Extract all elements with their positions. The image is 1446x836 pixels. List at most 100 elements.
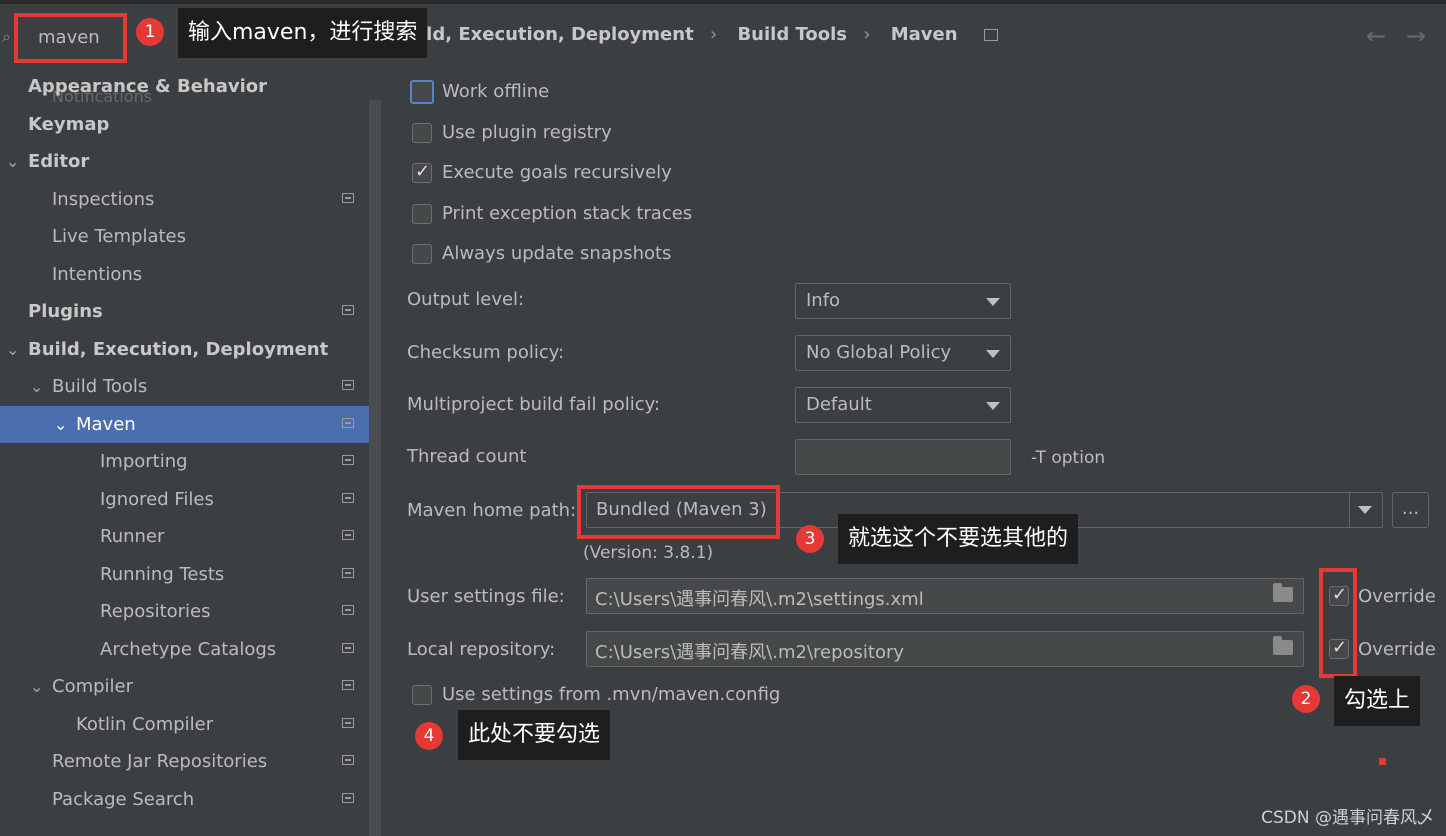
back-arrow-icon[interactable]: ← [1366, 22, 1386, 50]
sidebar-item-appearance-behavior[interactable]: Appearance & Behavior [0, 68, 369, 105]
maven-home-label: Maven home path: [407, 500, 577, 521]
project-scope-icon [342, 605, 354, 615]
work-offline-label: Work offline [442, 81, 550, 102]
annotation-dot [1379, 758, 1386, 765]
chevron-down-icon [1358, 506, 1372, 514]
print-exception-stack-traces-label: Print exception stack traces [442, 203, 693, 224]
sidebar-item-remote-jar-repositories[interactable]: Remote Jar Repositories [0, 743, 369, 780]
combo-divider [1349, 493, 1350, 527]
sidebar-item-importing[interactable]: Importing [0, 443, 369, 480]
checksum-policy-label: Checksum policy: [407, 342, 565, 363]
sidebar-item-archetype-catalogs[interactable]: Archetype Catalogs [0, 631, 369, 668]
thread-count-hint: -T option [1031, 448, 1106, 468]
project-scope-icon [342, 305, 354, 315]
breadcrumb-separator: › [863, 24, 871, 45]
project-scope-icon [342, 455, 354, 465]
output-level-label: Output level: [407, 289, 525, 310]
folder-icon[interactable] [1273, 583, 1293, 602]
sidebar-item-plugins[interactable]: Plugins [0, 293, 369, 330]
sidebar-item-running-tests[interactable]: Running Tests [0, 556, 369, 593]
sidebar-item-label: Kotlin Compiler [76, 714, 214, 735]
sidebar-item-label: Editor [28, 151, 90, 172]
thread-count-input[interactable] [795, 439, 1011, 475]
sidebar-item-label: Running Tests [100, 564, 225, 585]
sidebar-item-label: Build Tools [52, 376, 148, 397]
sidebar-item-label: Importing [100, 451, 188, 472]
sidebar-scrollbar[interactable] [369, 100, 381, 836]
project-scope-icon [342, 380, 354, 390]
project-scope-icon [342, 755, 354, 765]
sidebar-item-build-execution-deployment[interactable]: ⌄ Build, Execution, Deployment [0, 331, 369, 368]
sidebar-item-live-templates[interactable]: Live Templates [0, 218, 369, 255]
annotation-badge-3: 3 [796, 525, 824, 553]
sidebar-item-inspections[interactable]: Inspections [0, 181, 369, 218]
browse-button[interactable]: ... [1392, 492, 1429, 528]
use-plugin-registry-label: Use plugin registry [442, 122, 612, 143]
sidebar-item-keymap[interactable]: Keymap [0, 106, 369, 143]
sidebar-item-label: Maven [76, 414, 136, 435]
sidebar-item-maven[interactable]: ⌄ Maven [0, 406, 381, 443]
sidebar-item-kotlin-compiler[interactable]: Kotlin Compiler [0, 706, 369, 743]
project-scope-icon [342, 193, 354, 203]
chevron-down-icon[interactable]: ⌄ [6, 331, 19, 368]
user-settings-label: User settings file: [407, 586, 565, 607]
sidebar-item-build-tools[interactable]: ⌄ Build Tools [0, 368, 369, 405]
output-level-dropdown[interactable]: Info [795, 283, 1011, 319]
project-scope-icon [342, 643, 354, 653]
user-settings-value: C:\Users\遇事问春风\.m2\settings.xml [595, 589, 924, 610]
sidebar-item-package-search[interactable]: Package Search [0, 781, 369, 818]
annotation-box-maven-home [577, 485, 780, 539]
fail-policy-value: Default [806, 394, 872, 415]
chevron-down-icon [986, 350, 1000, 358]
execute-goals-recursively-checkbox[interactable] [412, 161, 432, 183]
sidebar-item-compiler[interactable]: ⌄ Compiler [0, 668, 369, 705]
fail-policy-label: Multiproject build fail policy: [407, 394, 661, 415]
sidebar-item-editor[interactable]: ⌄ Editor [0, 143, 369, 180]
checksum-policy-dropdown[interactable]: No Global Policy [795, 335, 1011, 371]
local-repository-label: Local repository: [407, 639, 556, 660]
folder-icon[interactable] [1273, 636, 1293, 655]
annotation-note-4: 此处不要勾选 [458, 710, 611, 760]
sidebar-item-ignored-files[interactable]: Ignored Files [0, 481, 369, 518]
checksum-policy-value: No Global Policy [806, 342, 952, 363]
always-update-snapshots-checkbox[interactable] [412, 244, 432, 264]
user-settings-input[interactable]: C:\Users\遇事问春风\.m2\settings.xml [586, 578, 1304, 614]
sidebar-item-intentions[interactable]: Intentions [0, 256, 369, 293]
breadcrumb: ild, Execution, Deployment › Build Tools… [420, 24, 1008, 45]
project-scope-icon [342, 530, 354, 540]
sidebar-item-label: Ignored Files [100, 489, 214, 510]
sidebar-item-label: Intentions [52, 264, 143, 285]
print-exception-stack-traces-checkbox[interactable] [412, 204, 432, 224]
local-repository-input[interactable]: C:\Users\遇事问春风\.m2\repository [586, 631, 1304, 667]
chevron-down-icon[interactable]: ⌄ [54, 406, 67, 443]
project-scope-icon [342, 793, 354, 803]
sidebar-item-label: Build, Execution, Deployment [28, 339, 329, 360]
local-repository-override-label: Override [1358, 639, 1436, 660]
chevron-down-icon[interactable]: ⌄ [30, 368, 43, 405]
project-scope-icon [983, 29, 998, 41]
annotation-badge-2: 2 [1292, 685, 1320, 713]
project-scope-icon [342, 493, 354, 503]
project-scope-icon [342, 418, 354, 428]
use-plugin-registry-checkbox[interactable] [412, 123, 432, 143]
forward-arrow-icon[interactable]: → [1406, 22, 1426, 50]
annotation-note-2: 勾选上 [1334, 676, 1421, 726]
sidebar-item-runner[interactable]: Runner [0, 518, 369, 555]
breadcrumb-item-maven: Maven [890, 24, 958, 45]
sidebar-item-repositories[interactable]: Repositories [0, 593, 369, 630]
annotation-box-search [14, 13, 127, 63]
fail-policy-dropdown[interactable]: Default [795, 387, 1011, 423]
watermark: CSDN @遇事问春风乄 [1261, 808, 1434, 828]
search-icon[interactable]: ⌕ [2, 27, 11, 47]
work-offline-checkbox[interactable] [410, 80, 434, 104]
breadcrumb-item-build-execution[interactable]: ild, Execution, Deployment [420, 24, 694, 45]
chevron-down-icon [986, 402, 1000, 410]
chevron-down-icon[interactable]: ⌄ [30, 668, 43, 705]
output-level-value: Info [806, 290, 841, 311]
sidebar-item-label: Compiler [52, 676, 134, 697]
annotation-note-1: 输入maven，进行搜索 [178, 8, 428, 58]
execute-goals-recursively-label: Execute goals recursively [442, 162, 672, 183]
mvn-config-checkbox[interactable] [412, 685, 432, 705]
breadcrumb-item-build-tools[interactable]: Build Tools [737, 24, 847, 45]
chevron-down-icon[interactable]: ⌄ [6, 143, 19, 180]
